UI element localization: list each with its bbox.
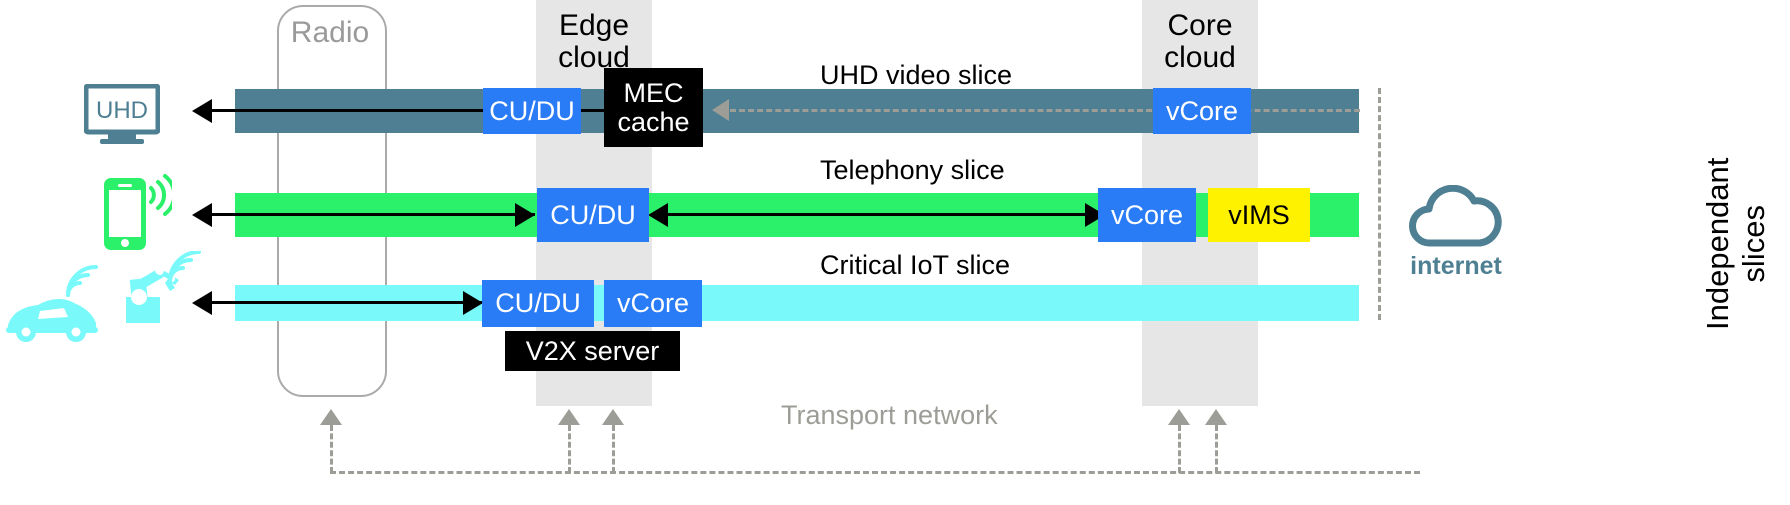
telephony-arrow-head-far-left [192,203,212,227]
iot-arrow-head-left [192,291,212,315]
transport-arrow-edge-1 [558,409,580,425]
telephony-slice-title: Telephony slice [820,155,1005,185]
telephony-arrow-line-left [210,213,535,216]
iot-arrow-line [210,301,482,304]
radio-zone-label: Radio [290,16,370,49]
svg-text:UHD: UHD [96,97,148,124]
transport-arrow-core-2 [1205,409,1227,425]
iot-cu-du-node[interactable]: CU/DU [482,280,594,327]
uhd-dashed-line [730,109,1360,112]
telephony-cu-du-node[interactable]: CU/DU [537,188,649,242]
telephony-arrow-head-to-cudu-right [648,203,668,227]
transport-riser-radio [330,425,333,473]
telephony-vims-node[interactable]: vIMS [1208,188,1310,242]
iot-arrow-head-right [463,291,483,315]
transport-arrow-edge-2 [602,409,624,425]
mec-cache-line1: MEC [623,77,684,108]
independent-slices-label: Independant slices [1700,158,1772,330]
uhd-slice-title: UHD video slice [820,60,1013,90]
transport-arrow-radio [320,409,342,425]
transport-riser-edge-1 [568,425,571,473]
transport-riser-core-1 [1178,425,1181,473]
edge-cloud-label-line1: Edge [558,9,630,42]
transport-bus-line [330,471,1420,474]
transport-network-label: Transport network [781,400,998,430]
mec-cache-line2: cache [617,106,690,137]
independent-slices-line1: Independant [1700,157,1735,330]
network-slicing-diagram: Edge cloud Core cloud Radio UHD video sl… [0,0,1790,505]
cloud-icon [1400,184,1510,256]
transport-riser-edge-2 [612,425,615,473]
uhd-tv-icon: UHD [83,83,161,151]
independent-slices-separator [1378,88,1381,320]
uhd-mec-cache-node[interactable]: MEC cache [604,68,703,147]
transport-arrow-core-1 [1168,409,1190,425]
iot-v2x-server-node[interactable]: V2X server [505,331,680,371]
robot-signal-icon [166,250,210,290]
smartphone-icon [100,168,177,257]
transport-riser-core-2 [1215,425,1218,473]
telephony-vcore-node[interactable]: vCore [1098,188,1196,242]
independent-slices-line2: slices [1736,205,1771,283]
core-cloud-label-line1: Core [1167,9,1233,42]
telephony-arrow-line-right [665,213,1105,216]
iot-vcore-node[interactable]: vCore [604,280,702,327]
uhd-arrow-head-left [192,99,212,123]
uhd-dashed-arrow-head [712,99,729,121]
iot-slice-title: Critical IoT slice [820,250,1011,280]
core-cloud-label-line2: cloud [1164,41,1236,74]
uhd-cu-du-node[interactable]: CU/DU [483,88,581,134]
car-signal-icon [62,263,106,304]
internet-label: internet [1410,252,1502,280]
edge-cloud-label: Edge cloud [526,10,662,74]
core-cloud-label: Core cloud [1132,10,1268,74]
uhd-vcore-node[interactable]: vCore [1153,88,1251,134]
telephony-arrow-head-to-cudu [515,203,535,227]
